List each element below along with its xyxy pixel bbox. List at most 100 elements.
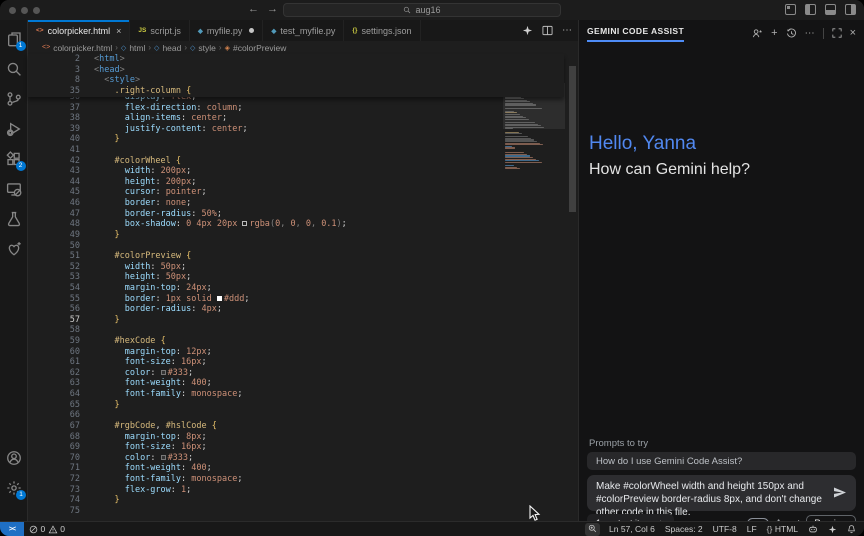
code-line-51[interactable]: 51 #colorPreview { (28, 251, 578, 262)
command-center-search[interactable]: aug16 (283, 2, 561, 17)
close-panel-icon[interactable]: × (850, 27, 856, 39)
code-line-61[interactable]: 61 font-size: 16px; (28, 357, 578, 368)
code-line-50[interactable]: 50 (28, 241, 578, 252)
breadcrumb-item[interactable]: head (162, 43, 181, 53)
zoom-status-icon[interactable] (585, 522, 600, 536)
tab-myfile.py[interactable]: ◆ myfile.py (189, 20, 264, 41)
gemini-sparkle-icon[interactable] (522, 25, 533, 36)
back-icon[interactable]: ← (248, 3, 267, 15)
activity-item-explorer[interactable]: 1 (0, 24, 28, 54)
tab-colorpicker.html[interactable]: <> colorpicker.html × (28, 20, 131, 41)
code-line-54[interactable]: 54 margin-top: 24px; (28, 283, 578, 294)
window-close-button[interactable] (9, 6, 16, 14)
toggle-panel-icon[interactable] (825, 4, 836, 15)
breadcrumb[interactable]: <> colorpicker.html › ◇ html › ◇ head › ◇ style › ◈ #… (28, 41, 578, 54)
code-line-49[interactable]: 49 } (28, 230, 578, 241)
new-chat-icon[interactable]: + (771, 27, 777, 39)
eol-status[interactable]: LF (742, 524, 762, 534)
code-line-63[interactable]: 63 font-weight: 400; (28, 378, 578, 389)
sparkle-status-icon[interactable] (823, 525, 842, 534)
toggle-secondary-sidebar-icon[interactable] (845, 4, 856, 15)
maximize-icon[interactable] (831, 28, 842, 38)
activity-item-settings[interactable]: 1 (0, 473, 28, 503)
code-line-57[interactable]: 57 } (28, 315, 578, 326)
cursor-position-status[interactable]: Ln 57, Col 6 (604, 524, 660, 534)
code-line-52[interactable]: 52 width: 50px; (28, 262, 578, 273)
code-line-62[interactable]: 62 color: #333; (28, 368, 578, 379)
code-line-69[interactable]: 69 font-size: 16px; (28, 442, 578, 453)
indentation-status[interactable]: Spaces: 2 (660, 524, 708, 534)
code-line-35[interactable]: 35 .right-column { (28, 86, 564, 97)
code-line-8[interactable]: 8 <style> (28, 75, 564, 86)
code-line-48[interactable]: 48 box-shadow: 0 4px 20px rgba(0, 0, 0, … (28, 219, 578, 230)
code-line-39[interactable]: 39 justify-content: center; (28, 124, 578, 135)
code-line-42[interactable]: 42 #colorWheel { (28, 156, 578, 167)
code-line-47[interactable]: 47 border-radius: 50%; (28, 209, 578, 220)
remote-indicator[interactable]: >< (0, 521, 24, 536)
customize-layout-icon[interactable] (785, 4, 796, 15)
code-editor[interactable]: 36 display: flex; 37 flex-direction: colu… (28, 97, 578, 521)
color-swatch[interactable] (160, 369, 166, 375)
code-line-45[interactable]: 45 cursor: pointer; (28, 187, 578, 198)
code-line-65[interactable]: 65 } (28, 400, 578, 411)
send-icon[interactable] (833, 486, 847, 499)
assistant-status-icon[interactable] (803, 524, 823, 534)
code-line-3[interactable]: 3 <head> (28, 65, 564, 76)
code-line-40[interactable]: 40 } (28, 134, 578, 145)
code-line-41[interactable]: 41 (28, 145, 578, 156)
code-line-70[interactable]: 70 color: #333; (28, 453, 578, 464)
breadcrumb-item[interactable]: colorpicker.html (53, 43, 112, 53)
encoding-status[interactable]: UTF-8 (708, 524, 742, 534)
breadcrumb-item[interactable]: html (129, 43, 145, 53)
tab-test_myfile.py[interactable]: ◆ test_myfile.py (263, 20, 345, 41)
activity-item-testing[interactable] (0, 204, 28, 234)
code-line-58[interactable]: 58 (28, 325, 578, 336)
code-line-2[interactable]: 2 <html> (28, 54, 564, 65)
activity-item-remote-explorer[interactable] (0, 174, 28, 204)
code-line-43[interactable]: 43 width: 200px; (28, 166, 578, 177)
window-minimize-button[interactable] (21, 6, 28, 14)
code-line-75[interactable]: 75 (28, 506, 578, 517)
activity-item-gemini[interactable] (0, 234, 28, 264)
code-line-53[interactable]: 53 height: 50px; (28, 272, 578, 283)
toggle-sidebar-icon[interactable] (805, 4, 816, 15)
code-line-68[interactable]: 68 margin-top: 8px; (28, 432, 578, 443)
split-editor-icon[interactable] (542, 25, 553, 36)
tab-settings.json[interactable]: {} settings.json (344, 20, 421, 41)
color-swatch[interactable] (216, 295, 222, 301)
code-line-60[interactable]: 60 margin-top: 12px; (28, 347, 578, 358)
activity-item-source-control[interactable] (0, 84, 28, 114)
window-zoom-button[interactable] (33, 6, 40, 14)
activity-item-run-debug[interactable] (0, 114, 28, 144)
prompt-suggestion-chip[interactable]: How do I use Gemini Code Assist? (587, 452, 856, 470)
code-line-46[interactable]: 46 border: none; (28, 198, 578, 209)
code-line-37[interactable]: 37 flex-direction: column; (28, 103, 578, 114)
tab-script.js[interactable]: JS script.js (130, 20, 190, 41)
color-swatch[interactable] (160, 454, 166, 460)
code-line-44[interactable]: 44 height: 200px; (28, 177, 578, 188)
color-swatch[interactable] (242, 221, 248, 227)
feedback-icon[interactable] (752, 28, 763, 39)
modified-dot-icon[interactable] (249, 28, 255, 33)
more-actions-icon[interactable]: ⋯ (562, 25, 572, 36)
gemini-chat-input[interactable]: Make #colorWheel width and height 150px … (587, 475, 856, 518)
more-icon[interactable]: ⋯ (805, 28, 815, 39)
activity-item-extensions[interactable]: 2 (0, 144, 28, 174)
notifications-bell-icon[interactable] (842, 524, 864, 534)
code-line-67[interactable]: 67 #rgbCode, #hslCode { (28, 421, 578, 432)
code-line-55[interactable]: 55 border: 1px solid #ddd; (28, 294, 578, 305)
activity-item-search[interactable] (0, 54, 28, 84)
code-line-56[interactable]: 56 border-radius: 4px; (28, 304, 578, 315)
code-line-66[interactable]: 66 (28, 410, 578, 421)
breadcrumb-item[interactable]: #colorPreview (233, 43, 286, 53)
code-line-71[interactable]: 71 font-weight: 400; (28, 463, 578, 474)
code-line-74[interactable]: 74 } (28, 495, 578, 506)
code-line-73[interactable]: 73 flex-grow: 1; (28, 485, 578, 496)
code-line-64[interactable]: 64 font-family: monospace; (28, 389, 578, 400)
problems-status[interactable]: 0 0 (24, 524, 70, 534)
history-icon[interactable] (786, 27, 797, 39)
language-mode-status[interactable]: {} HTML (762, 524, 803, 534)
activity-item-account[interactable] (0, 443, 28, 473)
close-tab-icon[interactable]: × (116, 26, 121, 36)
breadcrumb-item[interactable]: style (198, 43, 215, 53)
